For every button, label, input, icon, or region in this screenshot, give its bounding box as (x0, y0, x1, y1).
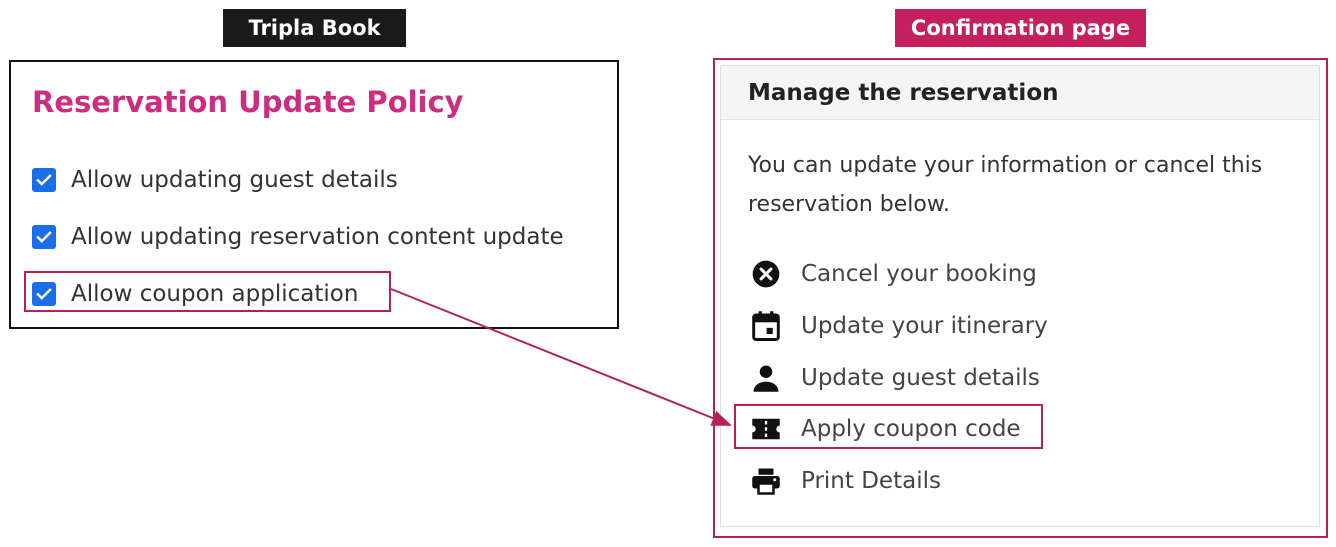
action-label: Cancel your booking (801, 261, 1037, 287)
manage-reservation-card: Manage the reservation You can update yo… (720, 65, 1320, 527)
checkbox-guest-details[interactable] (32, 168, 56, 192)
manage-reservation-header: Manage the reservation (721, 66, 1319, 120)
person-icon (749, 361, 783, 395)
check-icon (36, 174, 52, 186)
option-reservation-content[interactable]: Allow updating reservation content updat… (32, 220, 564, 254)
manage-description: You can update your information or cance… (748, 153, 1263, 217)
coupon-option-highlight (24, 271, 391, 312)
cancel-circle-icon (749, 257, 783, 291)
confirmation-page-label: Confirmation page (895, 9, 1146, 47)
action-label: Update guest details (801, 365, 1040, 391)
option-label: Allow updating guest details (71, 167, 398, 193)
reservation-update-policy-panel: Reservation Update Policy Allow updating… (9, 60, 619, 329)
apply-coupon-highlight (734, 404, 1043, 449)
option-label: Allow updating reservation content updat… (71, 224, 564, 250)
option-guest-details[interactable]: Allow updating guest details (32, 163, 398, 197)
update-itinerary-link[interactable]: Update your itinerary (749, 306, 1048, 346)
action-label: Print Details (801, 468, 941, 494)
action-label: Update your itinerary (801, 313, 1048, 339)
printer-icon (749, 464, 783, 498)
calendar-icon (749, 309, 783, 343)
checkbox-reservation-content[interactable] (32, 225, 56, 249)
check-icon (36, 231, 52, 243)
confirmation-page-frame: Manage the reservation You can update yo… (713, 58, 1328, 538)
print-details-link[interactable]: Print Details (749, 461, 941, 501)
cancel-booking-link[interactable]: Cancel your booking (749, 254, 1037, 294)
update-guest-details-link[interactable]: Update guest details (749, 358, 1040, 398)
policy-title: Reservation Update Policy (32, 85, 464, 119)
tripla-book-label: Tripla Book (223, 9, 406, 47)
